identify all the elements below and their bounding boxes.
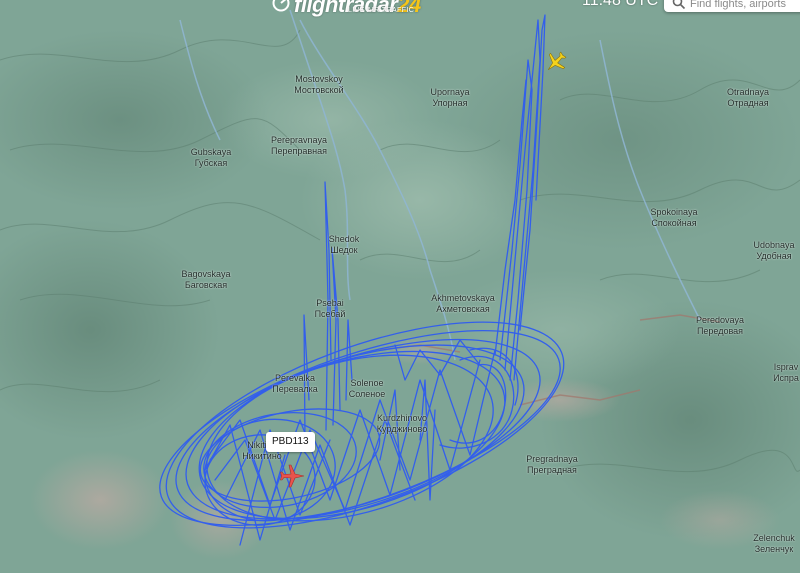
brand-tagline: LIVE AIR TRAFFIC	[348, 7, 415, 14]
place-cyrillic: Передовая	[696, 326, 744, 336]
place-label-psebai: Psebai Псебай	[315, 298, 346, 320]
search-icon[interactable]	[672, 0, 686, 10]
selected-aircraft-icon[interactable]	[279, 463, 305, 489]
place-label-akhmetovskaya: Akhmetovskaya Ахметовская	[431, 293, 495, 315]
place-label-isprav: Isprav Испра	[773, 362, 799, 384]
place-cyrillic: Баговская	[184, 280, 228, 290]
top-bar: flightradar24 LIVE AIR TRAFFIC 11:48 UTC	[0, 0, 800, 17]
place-latin: Zelenchuk	[753, 533, 795, 543]
place-label-otradnaya: Otradnaya Отрадная	[727, 87, 769, 109]
place-latin: Spokoinaya	[650, 207, 698, 217]
place-latin: Kurdzhinovo	[376, 413, 428, 423]
place-cyrillic: Шедок	[330, 245, 358, 255]
place-latin: Perepravnaya	[270, 135, 328, 145]
place-label-udobnaya: Udobnaya Удобная	[753, 240, 794, 262]
search-input[interactable]	[690, 0, 800, 11]
place-latin: Upornaya	[430, 87, 470, 97]
place-label-gubskaya: Gubskaya Губская	[191, 147, 232, 169]
place-latin: Psebai	[316, 298, 344, 308]
place-latin: Shedok	[328, 234, 360, 244]
place-cyrillic: Удобная	[756, 251, 792, 261]
terrain-map[interactable]	[0, 0, 800, 573]
flight-callsign-label[interactable]: PBD113	[266, 432, 315, 452]
place-label-peredovaya: Peredovaya Передовая	[696, 315, 744, 337]
place-latin: Akhmetovskaya	[431, 293, 495, 303]
place-cyrillic: Соленое	[348, 389, 386, 399]
place-latin: Otradnaya	[726, 87, 770, 97]
place-label-spokoinaya: Spokoinaya Спокойная	[650, 207, 697, 229]
place-cyrillic: Псебай	[314, 309, 346, 319]
place-cyrillic: Преградная	[527, 465, 577, 475]
place-cyrillic: Перевалка	[272, 384, 318, 394]
place-latin: Isprav	[773, 362, 799, 372]
place-latin: Bagovskaya	[181, 269, 231, 279]
search-box[interactable]	[664, 0, 800, 12]
place-label-solenoe: Solenoe Соленое	[349, 378, 386, 400]
aircraft-icon[interactable]	[544, 50, 568, 74]
place-label-perepravnaya: Perepravnaya Переправная	[271, 135, 327, 157]
utc-clock: 11:48 UTC	[582, 0, 659, 9]
place-cyrillic: Мостовской	[294, 85, 344, 95]
place-label-bagovskaya: Bagovskaya Баговская	[181, 269, 230, 291]
place-cyrillic: Отрадная	[727, 98, 769, 108]
place-cyrillic: Испра	[773, 373, 799, 383]
place-cyrillic: Зеленчук	[754, 544, 794, 554]
place-cyrillic: Спокойная	[651, 218, 697, 228]
place-label-kurdzhinovo: Kurdzhinovo Курджиново	[377, 413, 427, 435]
place-cyrillic: Ахметовская	[436, 304, 490, 314]
place-latin: Solenoe	[350, 378, 384, 388]
place-label-shedok: Shedok Шедок	[329, 234, 360, 256]
place-cyrillic: Упорная	[432, 98, 468, 108]
place-cyrillic: Никитино	[242, 451, 282, 461]
place-latin: Gubskaya	[190, 147, 232, 157]
place-label-zelenchuk: Zelenchuk Зеленчук	[753, 533, 795, 555]
place-label-perevalka: Perevalka Перевалка	[272, 373, 318, 395]
place-label-upornaya: Upornaya Упорная	[430, 87, 469, 109]
place-cyrillic: Переправная	[270, 146, 327, 156]
place-latin: Mostovskoy	[295, 74, 343, 84]
place-latin: Pregradnaya	[526, 454, 578, 464]
place-latin: Perevalka	[274, 373, 316, 383]
place-latin: Udobnaya	[753, 240, 795, 250]
place-label-pregradnaya: Pregradnaya Преградная	[526, 454, 578, 476]
place-cyrillic: Губская	[194, 158, 228, 168]
place-cyrillic: Курджиново	[376, 424, 428, 434]
place-label-mostovskoy: Mostovskoy Мостовской	[294, 74, 343, 96]
place-latin: Peredovaya	[695, 315, 745, 325]
radar-icon	[272, 0, 290, 12]
